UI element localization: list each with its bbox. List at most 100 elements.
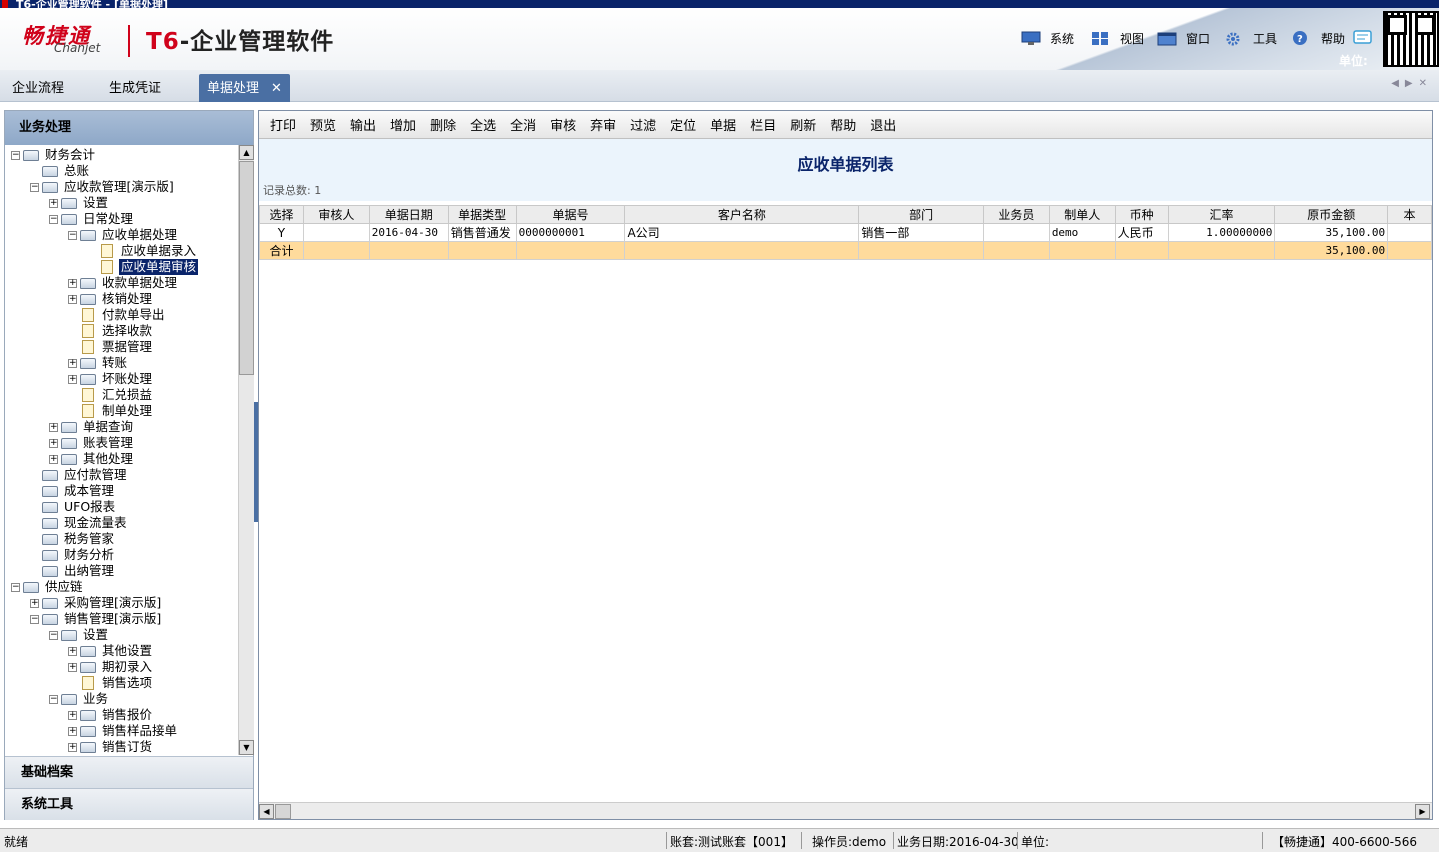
tree-item[interactable]: 出纳管理 bbox=[30, 563, 116, 579]
column-header[interactable]: 汇率 bbox=[1167, 205, 1276, 224]
collapse-icon[interactable]: − bbox=[49, 214, 58, 224]
toolbar-button[interactable]: 全选 bbox=[463, 115, 503, 134]
scroll-down-icon[interactable]: ▼ bbox=[239, 740, 254, 755]
toolbar-button[interactable]: 过滤 bbox=[623, 115, 663, 134]
table-cell[interactable] bbox=[302, 223, 370, 242]
expand-icon[interactable]: + bbox=[68, 374, 77, 384]
collapse-icon[interactable]: − bbox=[11, 582, 20, 592]
toolbar-button[interactable]: 打印 bbox=[263, 115, 303, 134]
tree-item[interactable]: + 销售报价 bbox=[68, 707, 154, 723]
close-tab-icon[interactable]: ✕ bbox=[271, 81, 282, 96]
tree-item[interactable]: − 应收单据处理 bbox=[68, 227, 179, 243]
tree-item[interactable]: + 采购管理[演示版] bbox=[30, 595, 163, 611]
menu-system[interactable]: 系统 bbox=[1021, 30, 1074, 47]
menu-window[interactable]: 窗口 bbox=[1157, 30, 1210, 47]
table-cell[interactable]: demo bbox=[1048, 223, 1116, 242]
expand-icon[interactable]: + bbox=[68, 294, 77, 304]
tree-item[interactable]: 付款单导出 bbox=[68, 307, 167, 323]
tree-item[interactable]: + 其他处理 bbox=[49, 451, 135, 467]
expand-icon[interactable]: + bbox=[68, 358, 77, 368]
table-cell[interactable]: 销售一部 bbox=[858, 223, 984, 242]
tree-item[interactable]: + 其他设置 bbox=[68, 643, 154, 659]
table-cell[interactable]: 2016-04-30 bbox=[368, 223, 449, 242]
table-row[interactable]: Y 2016-04-30 销售普通发 0000000001 A公司 销售一部 demo 人民币… bbox=[259, 223, 1432, 242]
tree-item[interactable]: 现金流量表 bbox=[30, 515, 129, 531]
toolbar-button[interactable]: 增加 bbox=[383, 115, 423, 134]
tree-item[interactable]: + 核销处理 bbox=[68, 291, 154, 307]
toolbar-button[interactable]: 删除 bbox=[423, 115, 463, 134]
tree-item[interactable]: + 坏账处理 bbox=[68, 371, 154, 387]
tree-item[interactable]: 应付款管理 bbox=[30, 467, 129, 483]
scroll-thumb[interactable] bbox=[239, 161, 254, 375]
expand-icon[interactable]: + bbox=[49, 422, 58, 432]
toolbar-button[interactable]: 帮助 bbox=[823, 115, 863, 134]
sidebar-section-basic-archives[interactable]: 基础档案 bbox=[5, 756, 253, 788]
table-cell[interactable]: 0000000001 bbox=[515, 223, 626, 242]
tree-item[interactable]: − 设置 bbox=[49, 627, 110, 643]
collapse-icon[interactable]: − bbox=[68, 230, 77, 240]
tree-item[interactable]: UFO报表 bbox=[30, 499, 117, 515]
column-header[interactable]: 币种 bbox=[1114, 205, 1169, 224]
table-cell[interactable]: 人民币 bbox=[1114, 223, 1169, 242]
menu-view[interactable]: 视图 bbox=[1091, 30, 1144, 47]
tree-item[interactable]: − 应收款管理[演示版] bbox=[30, 179, 176, 195]
expand-icon[interactable]: + bbox=[68, 726, 77, 736]
column-header[interactable]: 单据类型 bbox=[447, 205, 517, 224]
expand-icon[interactable]: + bbox=[49, 454, 58, 464]
tree-item[interactable]: 总账 bbox=[30, 163, 91, 179]
horizontal-scrollbar[interactable]: ◀ ▶ bbox=[259, 802, 1432, 819]
collapse-icon[interactable]: − bbox=[11, 150, 20, 160]
expand-icon[interactable]: + bbox=[30, 598, 39, 608]
collapse-icon[interactable]: − bbox=[49, 630, 58, 640]
table-cell[interactable] bbox=[982, 223, 1050, 242]
tree-item[interactable]: 制单处理 bbox=[68, 403, 154, 419]
tree-item[interactable]: + 账表管理 bbox=[49, 435, 135, 451]
column-header[interactable]: 制单人 bbox=[1048, 205, 1116, 224]
table-cell[interactable]: A公司 bbox=[624, 223, 860, 242]
tree-item[interactable]: 应收单据录入 bbox=[87, 243, 198, 259]
tree-item[interactable]: − 供应链 bbox=[11, 579, 85, 595]
toolbar-button[interactable]: 全消 bbox=[503, 115, 543, 134]
column-header[interactable]: 原币金额 bbox=[1274, 205, 1389, 224]
toolbar-button[interactable]: 栏目 bbox=[743, 115, 783, 134]
expand-icon[interactable]: + bbox=[68, 662, 77, 672]
toolbar-button[interactable]: 审核 bbox=[543, 115, 583, 134]
collapse-icon[interactable]: − bbox=[49, 694, 58, 704]
tab-navigation[interactable]: ◀▶✕ bbox=[1391, 78, 1433, 89]
tree-item[interactable]: + 设置 bbox=[49, 195, 110, 211]
column-header[interactable]: 部门 bbox=[858, 205, 984, 224]
tree-item[interactable]: + 销售样品接单 bbox=[68, 723, 179, 739]
hscroll-thumb[interactable] bbox=[275, 804, 291, 819]
toolbar-button[interactable]: 预览 bbox=[303, 115, 343, 134]
menu-help[interactable]: ? 帮助 bbox=[1292, 30, 1345, 47]
toolbar-button[interactable]: 弃审 bbox=[583, 115, 623, 134]
tree-item[interactable]: 销售选项 bbox=[68, 675, 154, 691]
tree-item[interactable]: 应收单据审核 bbox=[87, 259, 199, 275]
menu-tools[interactable]: 工具 bbox=[1224, 30, 1277, 47]
toolbar-button[interactable]: 刷新 bbox=[783, 115, 823, 134]
sidebar-title[interactable]: 业务处理 bbox=[5, 111, 253, 145]
tree-item[interactable]: + 期初录入 bbox=[68, 659, 154, 675]
scroll-left-icon[interactable]: ◀ bbox=[259, 804, 274, 819]
expand-icon[interactable]: + bbox=[68, 742, 77, 752]
tree-item[interactable]: 票据管理 bbox=[68, 339, 154, 355]
tree-item[interactable]: 汇兑损益 bbox=[68, 387, 154, 403]
expand-icon[interactable]: + bbox=[68, 710, 77, 720]
tree-item[interactable]: 财务分析 bbox=[30, 547, 116, 563]
tree-item[interactable]: + 转账 bbox=[68, 355, 129, 371]
sidebar-section-system-tools[interactable]: 系统工具 bbox=[5, 788, 253, 820]
tab-document-processing[interactable]: 单据处理 ✕ bbox=[199, 74, 290, 102]
scroll-right-icon[interactable]: ▶ bbox=[1415, 804, 1430, 819]
toolbar-button[interactable]: 单据 bbox=[703, 115, 743, 134]
scroll-up-icon[interactable]: ▲ bbox=[239, 145, 254, 160]
tree-item[interactable]: 选择收款 bbox=[68, 323, 154, 339]
expand-icon[interactable]: + bbox=[68, 278, 77, 288]
column-header[interactable]: 单据号 bbox=[515, 205, 626, 224]
tab-generate-voucher[interactable]: 生成凭证 bbox=[97, 74, 173, 102]
column-header[interactable]: 选择 bbox=[259, 205, 304, 224]
column-header[interactable]: 业务员 bbox=[982, 205, 1050, 224]
column-header[interactable]: 本 bbox=[1387, 205, 1432, 224]
tree-item[interactable]: − 财务会计 bbox=[11, 147, 97, 163]
column-header[interactable]: 审核人 bbox=[302, 205, 370, 224]
tree-item[interactable]: − 日常处理 bbox=[49, 211, 135, 227]
